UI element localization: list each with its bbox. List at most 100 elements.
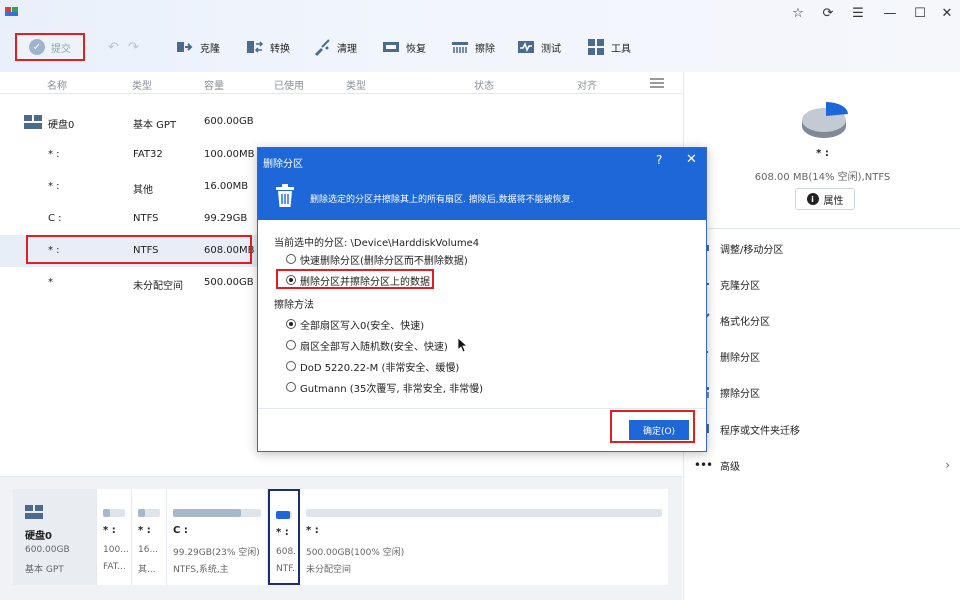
- action-advanced[interactable]: ••• 高级 ›: [693, 454, 956, 476]
- table-row-disk0[interactable]: 硬盘0 基本 GPT 600.00GB: [0, 106, 682, 138]
- wipe-icon: [452, 42, 468, 53]
- minimize-button[interactable]: —: [881, 4, 899, 22]
- properties-button[interactable]: i 属性: [795, 188, 855, 210]
- row-capacity: 600.00GB: [204, 116, 254, 127]
- delete-partition-dialog: 删除分区 ? ✕ 删除选定的分区并擦除其上的所有扇区. 擦除后,数据将不能被恢复…: [257, 147, 707, 452]
- dialog-description: 删除选定的分区并擦除其上的所有扇区. 擦除后,数据将不能被恢复.: [310, 195, 574, 205]
- tools-button[interactable]: 工具: [587, 34, 631, 60]
- disk-size: 600.00GB: [25, 545, 70, 555]
- clone-button[interactable]: 克隆: [176, 34, 220, 60]
- method-random-fill[interactable]: 扇区全部写入随机数(安全、快速): [286, 338, 448, 353]
- more-icon: •••: [693, 458, 713, 472]
- clean-label: 清理: [337, 43, 357, 55]
- submit-label: 提交: [51, 43, 71, 55]
- row-type: NTFS: [133, 213, 159, 224]
- column-header: 名称 类型 容量 已使用 类型 状态 对齐: [0, 72, 682, 94]
- usage-bar: [138, 509, 145, 517]
- dialog-header: 删除分区 ? ✕ 删除选定的分区并擦除其上的所有扇区. 擦除后,数据将不能被恢复…: [258, 148, 706, 220]
- col-status[interactable]: 状态: [474, 77, 494, 92]
- cell-name: C :: [173, 525, 188, 536]
- disk-map-partition[interactable]: * : 500.00GB(100% 空闲) 未分配空间: [300, 489, 668, 585]
- row-type: FAT32: [133, 149, 163, 160]
- favorite-icon[interactable]: ☆: [789, 4, 807, 22]
- row-type: 其他: [133, 185, 153, 196]
- divider: [684, 228, 960, 229]
- cell-fs: 其...: [138, 565, 156, 575]
- disk-map-partition-selected[interactable]: * : 608... NTF...: [268, 489, 300, 585]
- recover-icon: [383, 42, 399, 52]
- wipe-button[interactable]: 擦除: [451, 34, 495, 60]
- action-label: 克隆分区: [720, 280, 760, 292]
- option-quick-delete[interactable]: 快速删除分区(删除分区而不删除数据): [286, 252, 468, 267]
- method-zero-fill[interactable]: 全部扇区写入0(安全、快速): [286, 317, 425, 332]
- disk-map-partition[interactable]: C : 99.29GB(23% 空闲) NTFS,系统,主: [167, 489, 268, 585]
- recover-button[interactable]: 恢复: [382, 34, 426, 60]
- submit-button[interactable]: ✓ 提交: [15, 33, 85, 61]
- action-wipe-partition[interactable]: 擦除分区: [696, 381, 956, 403]
- maximize-button[interactable]: ☐: [911, 4, 929, 22]
- cell-name: * :: [103, 525, 116, 536]
- action-migrate[interactable]: 程序或文件夹迁移: [696, 418, 956, 440]
- convert-button[interactable]: 转换: [246, 34, 290, 60]
- cell-name: * :: [276, 527, 289, 538]
- cell-size: 608...: [276, 547, 296, 557]
- action-resize-move[interactable]: 调整/移动分区: [696, 237, 956, 259]
- usage-bar: [276, 511, 290, 519]
- action-format[interactable]: 格式化分区: [696, 309, 956, 331]
- action-label: 调整/移动分区: [720, 244, 784, 256]
- method-gutmann[interactable]: Gutmann (35次覆写, 非常安全, 非常慢): [286, 380, 483, 395]
- action-label: 擦除分区: [720, 388, 760, 400]
- wipe-label: 擦除: [475, 43, 495, 55]
- disk-map-area: 硬盘0 600.00GB 基本 GPT * : 100... FAT... * …: [0, 476, 682, 600]
- tools-icon: [588, 39, 604, 55]
- col-used[interactable]: 已使用: [274, 77, 304, 92]
- check-icon: ✓: [29, 39, 45, 55]
- method-label: DoD 5220.22-M (非常安全、缓慢): [300, 362, 460, 374]
- right-panel: * : 608.00 MB(14% 空闲),NTFS i 属性 调整/移动分区 …: [683, 72, 960, 600]
- usage-bar: [173, 509, 241, 517]
- convert-icon: [247, 41, 264, 53]
- row-capacity: 100.00MB: [204, 149, 255, 160]
- refresh-icon[interactable]: ⟳: [819, 4, 837, 22]
- disk-map: 硬盘0 600.00GB 基本 GPT * : 100... FAT... * …: [13, 489, 668, 585]
- dialog-close-icon[interactable]: ✕: [686, 152, 697, 167]
- cell-name: * :: [306, 525, 319, 536]
- disk-icon: [24, 115, 42, 129]
- title-bar: ☆ ⟳ ☰ — ☐ ✕: [0, 0, 960, 26]
- app-logo-icon: [5, 7, 18, 16]
- disk-map-partition[interactable]: * : 16... 其...: [132, 489, 167, 585]
- row-name: * :: [48, 149, 60, 160]
- action-label: 高级: [720, 461, 740, 473]
- action-clone-partition[interactable]: 克隆分区: [696, 273, 956, 295]
- col-name[interactable]: 名称: [47, 77, 67, 92]
- ok-button[interactable]: 确定(O): [629, 420, 689, 440]
- clean-button[interactable]: 清理: [313, 34, 357, 60]
- clone-label: 克隆: [200, 43, 220, 55]
- undo-icon[interactable]: ↶: [108, 40, 119, 55]
- action-delete[interactable]: 删除分区: [696, 345, 956, 367]
- close-button[interactable]: ✕: [938, 4, 956, 22]
- row-capacity: 16.00MB: [204, 181, 249, 192]
- test-icon: [518, 41, 534, 53]
- action-label: 删除分区: [720, 352, 760, 364]
- radio-icon: [286, 382, 296, 392]
- current-partition-label: 当前选中的分区: \Device\HarddiskVolume4: [274, 238, 480, 249]
- method-dod[interactable]: DoD 5220.22-M (非常安全、缓慢): [286, 359, 460, 374]
- col-fs-type[interactable]: 类型: [346, 77, 366, 92]
- help-icon[interactable]: ?: [656, 153, 662, 167]
- method-label: 全部扇区写入0(安全、快速): [300, 320, 425, 332]
- disk-map-partition[interactable]: * : 100... FAT...: [97, 489, 132, 585]
- col-align[interactable]: 对齐: [577, 77, 597, 92]
- disk-map-disk[interactable]: 硬盘0 600.00GB 基本 GPT: [13, 489, 97, 585]
- test-label: 测试: [541, 43, 561, 55]
- disk-type: 基本 GPT: [25, 565, 64, 575]
- menu-icon[interactable]: ☰: [849, 4, 867, 22]
- col-capacity[interactable]: 容量: [204, 77, 224, 92]
- row-capacity: 99.29GB: [204, 213, 248, 224]
- col-type[interactable]: 类型: [132, 77, 152, 92]
- redo-icon[interactable]: ↷: [128, 40, 139, 55]
- row-name: * :: [48, 181, 60, 192]
- test-button[interactable]: 测试: [517, 34, 561, 60]
- toolbar: ✓ 提交 ↶ ↷ 克隆 转换 清理 恢复 擦除 测试 工具: [0, 30, 960, 64]
- column-menu-icon[interactable]: [650, 78, 664, 88]
